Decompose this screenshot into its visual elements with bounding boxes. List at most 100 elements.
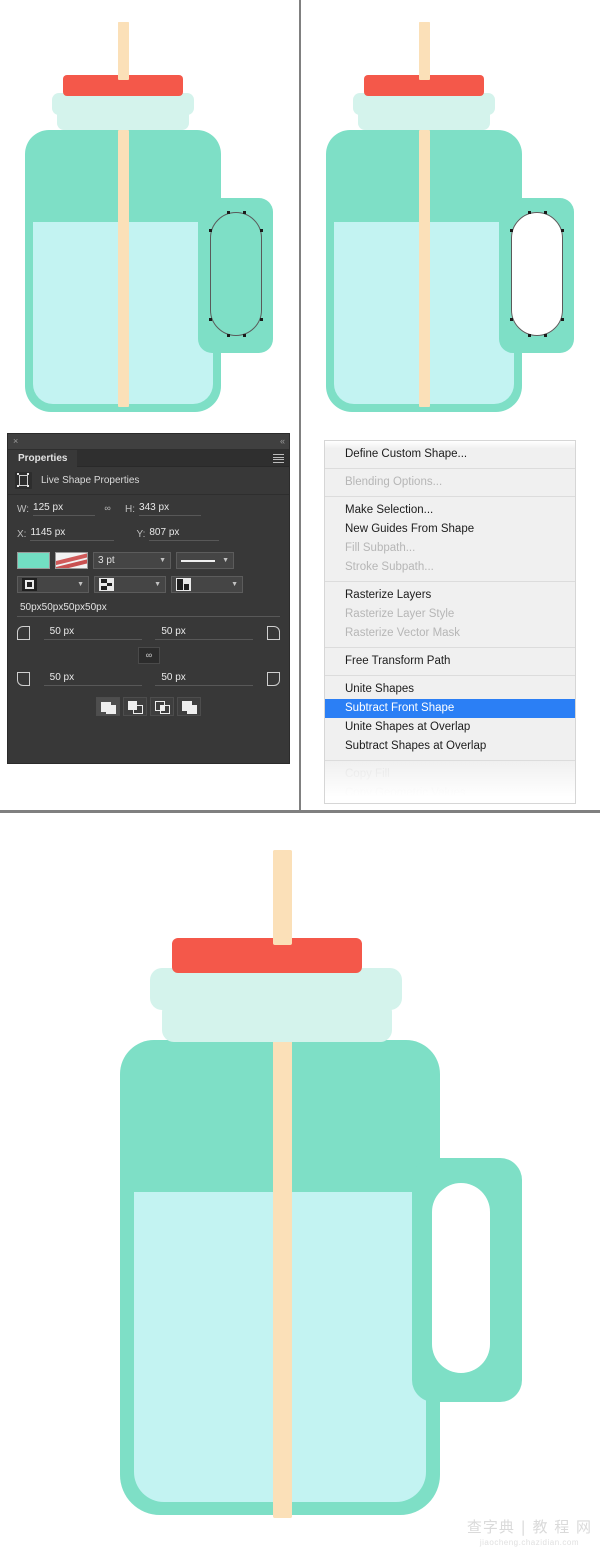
- menu-item: Stroke Subpath...: [325, 558, 575, 577]
- menu-item[interactable]: Unite Shapes: [325, 680, 575, 699]
- corner-bottom-left-icon: [17, 672, 30, 686]
- anchor-point: [561, 318, 564, 321]
- straw-top: [118, 22, 129, 80]
- jar-neck-upper: [52, 93, 194, 115]
- menu-item[interactable]: Copy Geometric Values: [325, 784, 575, 803]
- corner-top-left-icon: [17, 626, 30, 640]
- width-value[interactable]: 125 px: [33, 502, 95, 516]
- anchor-point: [510, 318, 513, 321]
- straw-front: [118, 130, 129, 407]
- fill-stroke-row: 3 pt ▼ ▼: [17, 552, 280, 569]
- radius-top-row: 50 px 50 px: [17, 626, 280, 640]
- menu-separator: [325, 581, 575, 582]
- stroke-color-swatch[interactable]: [55, 552, 88, 569]
- x-value[interactable]: 1145 px: [30, 527, 114, 541]
- anchor-point: [227, 334, 230, 337]
- handle-subpath-outline: [210, 212, 262, 336]
- y-field[interactable]: Y: 807 px: [136, 527, 219, 541]
- menu-item: Fill Subpath...: [325, 539, 575, 558]
- menu-item[interactable]: Free Transform Path: [325, 652, 575, 671]
- jar-illustration-final: [110, 828, 530, 1548]
- menu-item[interactable]: Subtract Front Shape: [325, 699, 575, 718]
- radius-bottom-left-value[interactable]: 50 px: [44, 672, 142, 686]
- menu-item[interactable]: Unite Shapes at Overlap: [325, 718, 575, 737]
- stroke-options-row: ▼ ▼ ▼: [17, 576, 280, 593]
- chevron-down-icon: ▼: [159, 557, 166, 565]
- link-wh-icon[interactable]: ∞: [98, 503, 116, 516]
- jar-neck-upper: [150, 968, 402, 1010]
- menu-item[interactable]: New Guides From Shape: [325, 520, 575, 539]
- path-operations-row: [17, 697, 280, 716]
- menu-item[interactable]: Rasterize Layers: [325, 586, 575, 605]
- watermark-title: 查字典 | 教 程 网: [467, 1516, 592, 1537]
- panel-tab-row: Properties: [8, 450, 289, 467]
- menu-item: Rasterize Layer Style: [325, 605, 575, 624]
- fill-color-swatch[interactable]: [17, 552, 50, 569]
- radius-link-row: ∞: [17, 647, 280, 664]
- jar-illustration-step1: [0, 0, 299, 420]
- chevron-down-icon: ▼: [77, 581, 84, 589]
- chevron-down-icon: ▼: [231, 581, 238, 589]
- stroke-corner-combo[interactable]: ▼: [171, 576, 243, 593]
- panel-titlebar[interactable]: × «: [8, 434, 289, 450]
- stroke-dash-combo[interactable]: ▼: [176, 552, 234, 569]
- anchor-point: [209, 229, 212, 232]
- straw-front: [273, 1040, 292, 1518]
- radius-top-right-value[interactable]: 50 px: [155, 626, 253, 640]
- straw-top: [273, 850, 292, 945]
- panel-menu-icon[interactable]: [273, 454, 284, 463]
- jar-neck-upper: [353, 93, 495, 115]
- menu-item[interactable]: Copy Fill: [325, 765, 575, 784]
- stroke-align-combo[interactable]: ▼: [17, 576, 89, 593]
- y-value[interactable]: 807 px: [149, 527, 219, 541]
- stroke-cap-combo[interactable]: ▼: [94, 576, 166, 593]
- menu-item[interactable]: Make Selection...: [325, 501, 575, 520]
- watermark: 查字典 | 教 程 网 jiaocheng.chazidian.com: [467, 1516, 592, 1547]
- radius-top-left-value[interactable]: 50 px: [44, 626, 142, 640]
- watermark-url: jiaocheng.chazidian.com: [467, 1538, 592, 1547]
- menu-separator: [325, 760, 575, 761]
- corner-radius-summary[interactable]: 50px50px50px50px: [17, 600, 280, 617]
- unite-shapes-button[interactable]: [96, 697, 120, 716]
- collapse-panel-icon[interactable]: «: [280, 436, 284, 447]
- jar-lid: [172, 938, 362, 973]
- live-shape-label: Live Shape Properties: [41, 475, 139, 486]
- height-field[interactable]: H: 343 px: [125, 502, 201, 516]
- stroke-cap-icon: [99, 578, 114, 591]
- anchor-point: [227, 211, 230, 214]
- anchor-point: [209, 318, 212, 321]
- stroke-width-combo[interactable]: 3 pt ▼: [93, 552, 171, 569]
- live-shape-header: Live Shape Properties: [8, 467, 289, 495]
- anchor-point: [528, 211, 531, 214]
- corner-bottom-right-icon: [267, 672, 280, 686]
- properties-panel[interactable]: × « Properties Live Shape Properties W:: [8, 434, 289, 763]
- subtract-front-shape-button[interactable]: [123, 697, 147, 716]
- x-field[interactable]: X: 1145 px: [17, 527, 114, 541]
- xy-row: X: 1145 px Y: 807 px: [17, 527, 280, 541]
- intersect-shapes-button[interactable]: [150, 697, 174, 716]
- anchor-point: [528, 334, 531, 337]
- menu-separator: [325, 468, 575, 469]
- panel-bottom: 查字典 | 教 程 网 jiaocheng.chazidian.com: [0, 813, 600, 1553]
- link-radii-icon[interactable]: ∞: [138, 647, 160, 664]
- stroke-corner-icon: [176, 578, 191, 591]
- menu-item[interactable]: Subtract Shapes at Overlap: [325, 737, 575, 756]
- radius-bottom-right-value[interactable]: 50 px: [155, 672, 253, 686]
- chevron-down-icon: ▼: [154, 581, 161, 589]
- exclude-overlap-button[interactable]: [177, 697, 201, 716]
- straw-top: [419, 22, 430, 80]
- menu-item[interactable]: Define Custom Shape...: [325, 445, 575, 464]
- shape-context-menu[interactable]: Define Custom Shape... Blending Options..…: [324, 440, 576, 804]
- corner-top-right-icon: [267, 626, 280, 640]
- anchor-point: [243, 334, 246, 337]
- height-value[interactable]: 343 px: [139, 502, 201, 516]
- anchor-point: [544, 211, 547, 214]
- jar-handle-hole: [432, 1183, 490, 1373]
- close-icon[interactable]: ×: [13, 436, 18, 447]
- tab-properties[interactable]: Properties: [8, 450, 77, 467]
- menu-item: Rasterize Vector Mask: [325, 624, 575, 643]
- width-field[interactable]: W: 125 px: [17, 502, 95, 516]
- menu-item: Blending Options...: [325, 473, 575, 492]
- straw-front: [419, 130, 430, 407]
- handle-subpath-outline: [511, 212, 563, 336]
